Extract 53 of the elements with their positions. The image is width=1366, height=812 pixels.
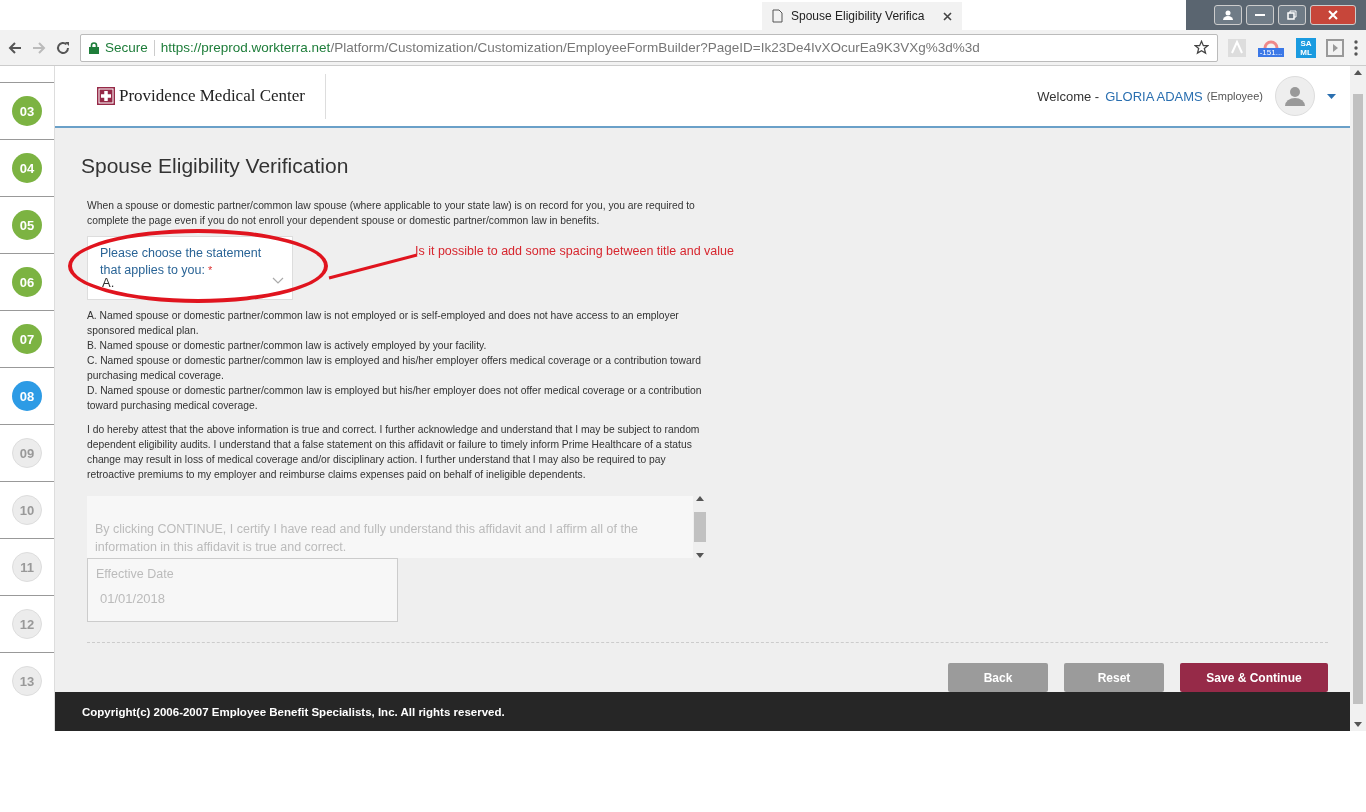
step-number[interactable]: 12 bbox=[12, 609, 42, 639]
page-icon bbox=[772, 9, 783, 23]
user-name[interactable]: GLORIA ADAMS bbox=[1105, 88, 1203, 104]
secure-label: Secure bbox=[105, 40, 148, 55]
option-text: C. Named spouse or domestic partner/common law is employed and his/her employer offers medical coverage or a contribution toward purchasing medical coverage. bbox=[87, 354, 702, 383]
lock-icon bbox=[89, 41, 99, 54]
option-text: A. Named spouse or domestic partner/common law is not employed or is self-employed and does not have access to an employer sponsored medical plan. bbox=[87, 309, 680, 338]
star-icon[interactable] bbox=[1194, 40, 1209, 55]
menu-icon[interactable] bbox=[1354, 39, 1358, 56]
scroll-down-icon[interactable] bbox=[1354, 722, 1362, 727]
logo-text: Providence Medical Center bbox=[119, 86, 305, 106]
statement-dropdown[interactable]: Please choose the statement that applies to you: * A. bbox=[87, 236, 293, 300]
scroll-up-icon[interactable] bbox=[696, 496, 704, 501]
step-number[interactable]: 03 bbox=[12, 96, 42, 126]
address-bar[interactable]: Secure https://preprod.workterra.net/Platform/Customization/Customization/EmployeeFormBuilder?PageID=Ik23De4IvXOcurEa9K3VXg%3d%3d bbox=[80, 33, 1218, 62]
restore-icon[interactable] bbox=[1278, 5, 1306, 25]
extension-icon[interactable] bbox=[1326, 38, 1344, 57]
step-number[interactable]: 11 bbox=[12, 552, 42, 582]
attestation-text: I do hereby attest that the above information is true and correct. I further acknowledge and understand that I may be subject to random dependent eligibility audits. I understand that a false statement on this affidavit or failure to timely inform Prime Healthcare of a status change may result in loss of medical coverage and/or disciplinary action. I further understand that I may also be required to pay retroactive premiums to my employer and reimburse claims expenses paid on behalf of ineligible dependents. bbox=[87, 423, 701, 482]
browser-tab[interactable]: Spouse Eligibility Verifica bbox=[762, 2, 962, 30]
welcome-text: Welcome - bbox=[1037, 88, 1100, 104]
step-number[interactable]: 09 bbox=[12, 438, 42, 468]
user-role: (Employee) bbox=[1206, 90, 1263, 102]
step-number[interactable]: 06 bbox=[12, 267, 42, 297]
option-text: B. Named spouse or domestic partner/common law is actively employed by your facility. bbox=[87, 339, 488, 353]
extension-icon[interactable]: SAML bbox=[1296, 37, 1316, 58]
url-text: https://preprod.workterra.net/Platform/Customization/Customization/EmployeeFormBuilder?PageID=Ik23De4IvXOcurEa9K3VXg%3d%3d bbox=[160, 40, 980, 55]
scrollbar[interactable] bbox=[693, 496, 707, 558]
reload-icon[interactable] bbox=[56, 40, 70, 55]
user-icon[interactable] bbox=[1214, 5, 1242, 25]
scroll-up-icon[interactable] bbox=[1354, 70, 1362, 75]
step-number[interactable]: 08 bbox=[12, 381, 42, 411]
scroll-down-icon[interactable] bbox=[696, 553, 704, 558]
form-button[interactable]: Back bbox=[948, 663, 1048, 692]
option-text: D. Named spouse or domestic partner/common law is employed but his/her employer does not offer medical coverage or a contribution toward purchasing medical coverage. bbox=[87, 384, 703, 413]
copyright-text: Copyright(c) 2006-2007 Employee Benefit Specialists, Inc. All rights reserved. bbox=[82, 705, 505, 718]
annotation-text: Is it possible to add some spacing between title and value bbox=[415, 244, 734, 258]
page-title: Spouse Eligibility Verification bbox=[81, 154, 350, 178]
step-number[interactable]: 10 bbox=[12, 495, 42, 525]
step-number[interactable]: 13 bbox=[12, 666, 42, 696]
form-button[interactable]: Save & Continue bbox=[1180, 663, 1328, 692]
caret-icon[interactable] bbox=[1327, 93, 1336, 99]
avatar-icon[interactable] bbox=[1275, 76, 1315, 116]
form-button[interactable]: Reset bbox=[1064, 663, 1164, 692]
step-number[interactable]: 07 bbox=[12, 324, 42, 354]
step-number[interactable]: 04 bbox=[12, 153, 42, 183]
back-arrow-icon[interactable] bbox=[8, 40, 22, 55]
step-number[interactable]: 05 bbox=[12, 210, 42, 240]
extension-badge: -151... bbox=[1257, 48, 1285, 57]
cross-logo-icon bbox=[97, 87, 115, 105]
close-icon[interactable] bbox=[943, 11, 952, 21]
intro-text: When a spouse or domestic partner/common law spouse (where applicable to your state law) is on record for you, you are required to complete the page even if you do not enroll your dependent spouse or domestic partner/common law in benefits. bbox=[87, 199, 696, 228]
minimize-icon[interactable] bbox=[1246, 5, 1274, 25]
